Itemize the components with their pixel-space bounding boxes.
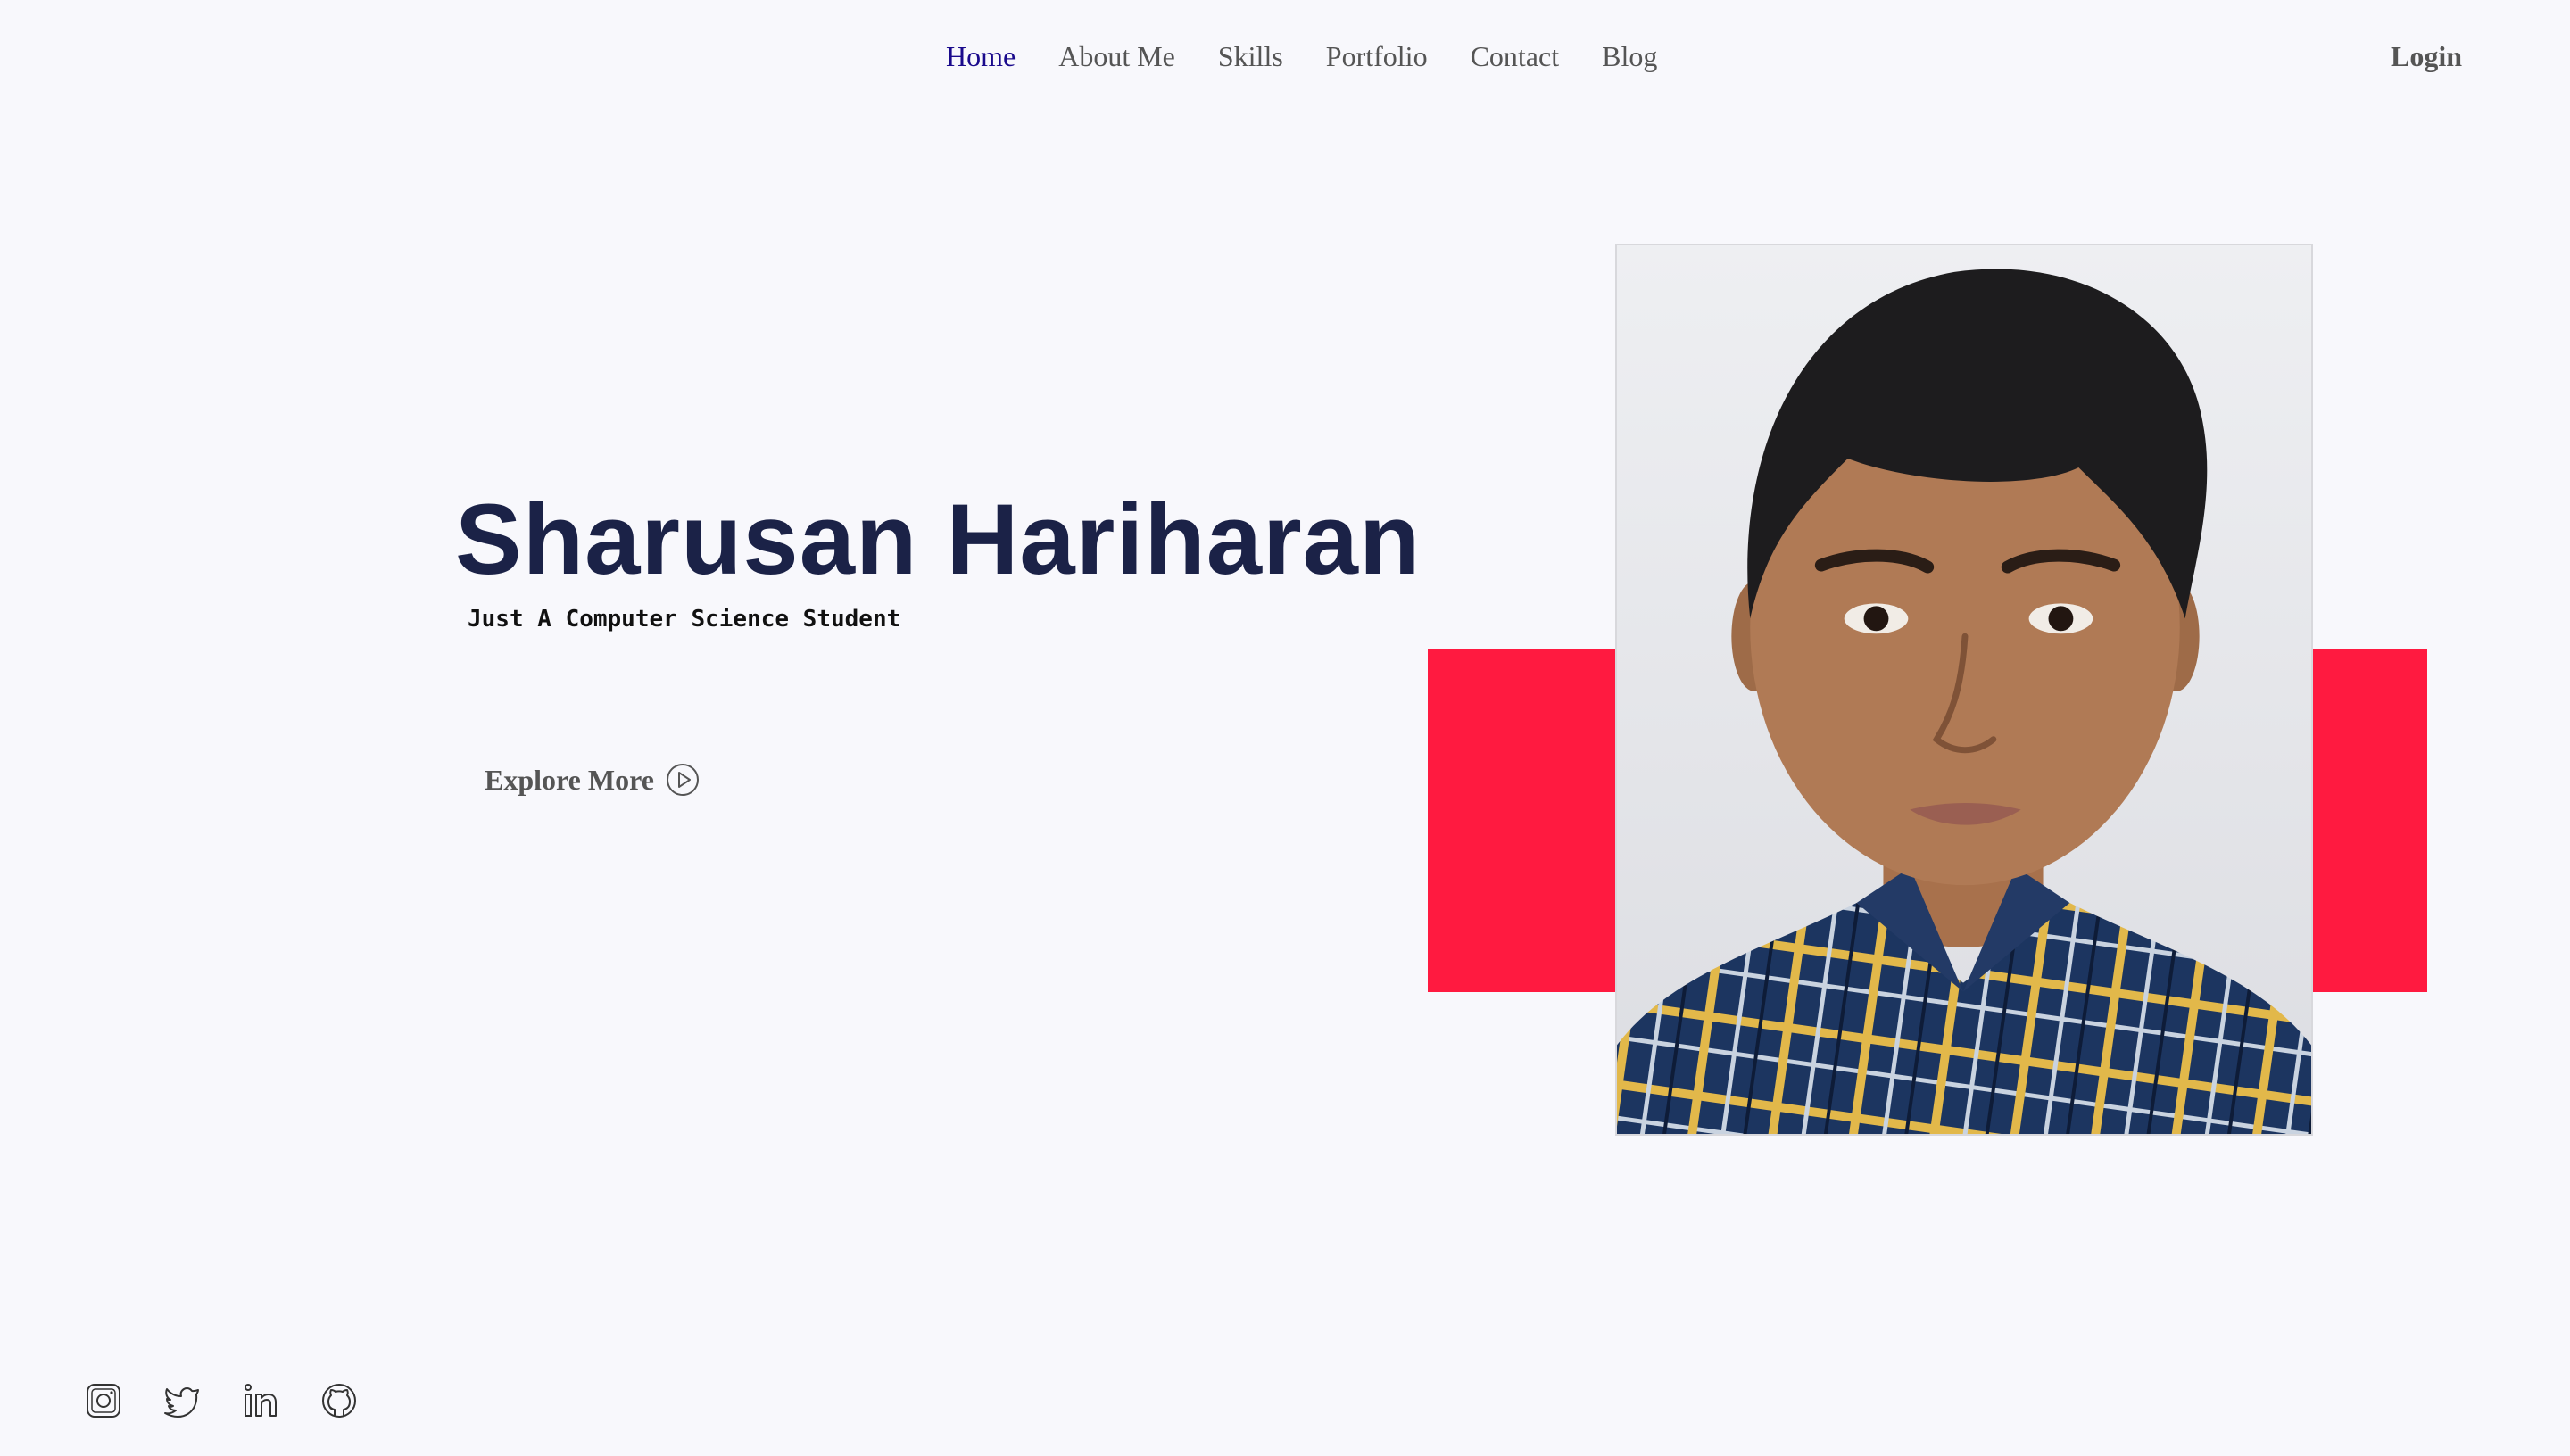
profile-photo <box>1615 244 2313 1136</box>
nav-skills-link[interactable]: Skills <box>1218 34 1283 79</box>
github-icon[interactable] <box>319 1381 359 1420</box>
linkedin-icon[interactable] <box>241 1381 280 1420</box>
nav-portfolio-link[interactable]: Portfolio <box>1326 34 1428 79</box>
hero-name: Sharusan Hariharan <box>455 484 1422 595</box>
nav-about-link[interactable]: About Me <box>1058 34 1175 79</box>
nav-blog-link[interactable]: Blog <box>1602 34 1657 79</box>
play-circle-icon <box>666 764 699 796</box>
login-link[interactable]: Login <box>2391 34 2462 79</box>
nav-home-link[interactable]: Home <box>946 34 1016 79</box>
nav-links: Home About Me Skills Portfolio Contact B… <box>946 34 1657 79</box>
nav-contact-link[interactable]: Contact <box>1471 34 1560 79</box>
explore-more-label: Explore More <box>485 764 654 796</box>
social-links <box>84 1381 359 1420</box>
twitter-icon[interactable] <box>162 1381 202 1420</box>
hero-subtitle: Just A Computer Science Student <box>468 606 901 633</box>
top-nav: Home About Me Skills Portfolio Contact B… <box>0 34 2570 79</box>
explore-more-button[interactable]: Explore More <box>485 758 701 801</box>
instagram-icon[interactable] <box>84 1381 123 1420</box>
